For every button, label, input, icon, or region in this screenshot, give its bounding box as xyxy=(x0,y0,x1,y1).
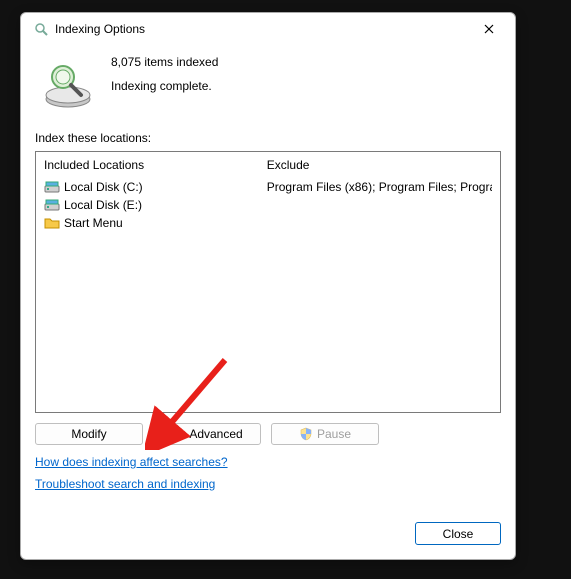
footer: Close xyxy=(35,506,501,545)
exclude-item: Program Files (x86); Program Files; Prog… xyxy=(267,178,492,196)
disk-icon xyxy=(44,198,60,212)
location-label: Start Menu xyxy=(64,216,123,230)
magnifier-drive-icon xyxy=(41,57,95,111)
close-button[interactable]: Close xyxy=(415,522,501,545)
exclude-item xyxy=(267,214,492,232)
disk-icon xyxy=(44,180,60,194)
titlebar: Indexing Options xyxy=(21,13,515,45)
link-troubleshoot[interactable]: Troubleshoot search and indexing xyxy=(35,477,215,491)
folder-icon xyxy=(44,216,60,230)
status-text: 8,075 items indexed Indexing complete. xyxy=(111,53,218,93)
location-label: Local Disk (C:) xyxy=(64,180,143,194)
shield-icon xyxy=(299,427,313,441)
titlebar-left: Indexing Options xyxy=(33,21,145,37)
location-item[interactable]: Start Menu xyxy=(44,214,251,232)
included-header: Included Locations xyxy=(44,158,251,172)
indexing-status: Indexing complete. xyxy=(111,79,218,93)
indexing-options-dialog: Indexing Options 8,075 items indexed Ind… xyxy=(20,12,516,560)
button-row: Modify Advanced Pause xyxy=(35,423,501,445)
dialog-title: Indexing Options xyxy=(55,22,145,36)
close-button-x[interactable] xyxy=(475,15,503,43)
pause-button: Pause xyxy=(271,423,379,445)
link-how-indexing-affects[interactable]: How does indexing affect searches? xyxy=(35,455,228,469)
advanced-label: Advanced xyxy=(189,427,242,441)
links-area: How does indexing affect searches? Troub… xyxy=(35,455,501,491)
exclude-item xyxy=(267,196,492,214)
locations-listbox[interactable]: Included Locations Local Disk (C:) Local … xyxy=(35,151,501,413)
location-item[interactable]: Local Disk (C:) xyxy=(44,178,251,196)
locations-label: Index these locations: xyxy=(35,131,501,145)
shield-icon xyxy=(171,427,185,441)
included-column: Included Locations Local Disk (C:) Local … xyxy=(36,152,259,412)
exclude-column: Exclude Program Files (x86); Program Fil… xyxy=(259,152,500,412)
location-item[interactable]: Local Disk (E:) xyxy=(44,196,251,214)
modify-button[interactable]: Modify xyxy=(35,423,143,445)
indexing-icon xyxy=(33,21,49,37)
exclude-header: Exclude xyxy=(267,158,492,172)
items-indexed-count: 8,075 items indexed xyxy=(111,55,218,69)
advanced-button[interactable]: Advanced xyxy=(153,423,261,445)
close-icon xyxy=(484,24,494,34)
dialog-content: 8,075 items indexed Indexing complete. I… xyxy=(21,45,515,559)
modify-label: Modify xyxy=(71,427,106,441)
close-label: Close xyxy=(443,527,474,541)
location-label: Local Disk (E:) xyxy=(64,198,142,212)
pause-label: Pause xyxy=(317,427,351,441)
status-area: 8,075 items indexed Indexing complete. xyxy=(35,53,501,111)
